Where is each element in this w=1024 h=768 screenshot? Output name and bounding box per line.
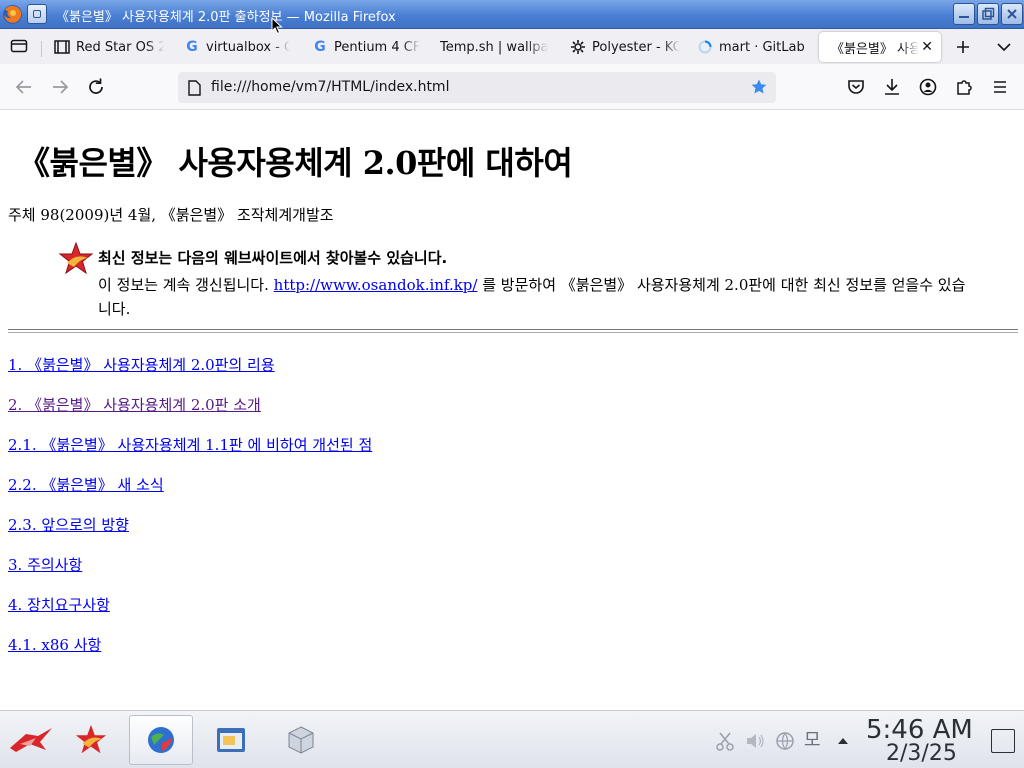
tab-label: Polyester - KC (592, 39, 680, 55)
firefox-view-icon[interactable] (10, 38, 28, 54)
clock-date[interactable]: 2/3/25 (886, 741, 957, 766)
account-icon[interactable] (916, 75, 940, 99)
start-menu-button[interactable] (0, 715, 62, 765)
close-tab-icon[interactable]: ✕ (921, 39, 933, 55)
toc-link-2-1[interactable]: 2.1. 《붉은별》 사용자용체계 1.1판 에 비하여 개선된 점 (8, 434, 372, 455)
close-window-button[interactable] (1001, 3, 1023, 25)
downloads-icon[interactable] (880, 75, 904, 99)
osandok-link[interactable]: http://www.osandok.inf.kp/ (274, 276, 478, 294)
tab-gitlab[interactable]: mart · GitLab (697, 32, 807, 62)
tab-label: Pentium 4 CF (334, 39, 420, 55)
page-content: 《붉은별》 사용자용체계 2.0판에 대하여 주체 98(2009)년 4월, … (0, 110, 1024, 710)
maximize-button[interactable] (977, 3, 999, 25)
window-menu-button[interactable] (27, 4, 47, 24)
minimize-button[interactable] (953, 3, 975, 25)
app-menu-icon[interactable] (988, 75, 1012, 99)
input-method-indicator[interactable]: 모 (804, 730, 826, 752)
tab-virtualbox[interactable]: G virtualbox - G (184, 32, 290, 62)
page-heading: 《붉은별》 사용자용체계 2.0판에 대하여 (18, 144, 573, 182)
extensions-icon[interactable] (952, 75, 976, 99)
tab-red-star-os[interactable]: Red Star OS 2 (54, 32, 164, 62)
toc-link-4[interactable]: 4. 장치요구사항 (8, 594, 110, 615)
tray-expand-icon[interactable] (832, 730, 854, 752)
file-manager-icon (217, 728, 245, 752)
toc-link-4-1[interactable]: 4.1. x86 사항 (8, 634, 101, 655)
red-star-menu-icon (10, 728, 52, 752)
network-icon[interactable] (774, 730, 796, 752)
google-g-icon: G (186, 39, 198, 55)
bookmark-star-icon[interactable] (750, 78, 768, 96)
url-text[interactable]: file:///home/vm7/HTML/index.html (211, 79, 449, 95)
tab-pentium[interactable]: G Pentium 4 CF (312, 32, 420, 62)
pocket-icon[interactable] (844, 75, 868, 99)
firefox-icon (3, 5, 22, 24)
toc-link-2-2[interactable]: 2.2. 《붉은별》 새 소식 (8, 474, 164, 495)
tab-label: Red Star OS 2 (76, 39, 164, 55)
page-byline: 주체 98(2009)년 4월, 《붉은별》 조작체계개발조 (8, 206, 334, 224)
tab-label: 《붉은별》 사용 (831, 41, 919, 57)
mouse-cursor-icon (271, 17, 283, 35)
scissors-icon[interactable] (714, 730, 736, 752)
package-box-icon (288, 726, 314, 754)
page-icon (188, 80, 201, 96)
tab-label: Temp.sh | wallpa (440, 39, 549, 55)
tab-red-star-info[interactable]: 《붉은별》 사용 ✕ (819, 32, 941, 62)
loading-icon (698, 40, 712, 54)
gear-icon (571, 40, 585, 54)
toc-link-2[interactable]: 2. 《붉은별》 사용자용체계 2.0판 소개 (8, 394, 261, 415)
forward-icon[interactable] (48, 75, 72, 99)
red-star-launcher[interactable] (60, 715, 122, 765)
google-g-icon: G (314, 39, 326, 55)
browser-globe-icon (148, 727, 174, 753)
tab-label: mart · GitLab (719, 39, 805, 55)
tab-polyester[interactable]: Polyester - KC (570, 32, 680, 62)
notice-body: 이 정보는 계속 갱신됩니다. http://www.osandok.inf.k… (98, 273, 978, 321)
tab-label: virtualbox - G (206, 39, 290, 55)
tab-temp-sh[interactable]: Temp.sh | wallpa (440, 32, 552, 62)
show-desktop-button[interactable] (991, 729, 1015, 753)
window-titlebar[interactable]: 《붉은별》 사용자용체계 2.0판 출하정보 — Mozilla Firefox (0, 0, 1024, 29)
list-all-tabs-icon[interactable] (996, 40, 1012, 54)
volume-icon[interactable] (744, 730, 766, 752)
taskbar-browser[interactable] (129, 715, 193, 765)
red-star-logo-icon (58, 241, 94, 275)
horizontal-divider (8, 329, 1018, 333)
notice-text: 이 정보는 계속 갱신됩니다. (98, 276, 274, 294)
toc-link-1[interactable]: 1. 《붉은별》 사용자용체계 2.0판의 리용 (8, 354, 275, 375)
red-star-icon (75, 724, 107, 754)
tab-strip: Red Star OS 2 G virtualbox - G G Pentium… (0, 29, 1024, 64)
back-icon[interactable] (12, 75, 36, 99)
url-bar[interactable]: file:///home/vm7/HTML/index.html (178, 72, 776, 103)
taskbar: 모 5:46 AM 2/3/25 (0, 710, 1024, 768)
file-manager-launcher[interactable] (200, 715, 262, 765)
reload-icon[interactable] (84, 75, 108, 99)
film-icon (54, 40, 70, 54)
window-title: 《붉은별》 사용자용체계 2.0판 출하정보 — Mozilla Firefox (56, 10, 396, 25)
navigation-toolbar: file:///home/vm7/HTML/index.html (0, 64, 1024, 110)
package-manager-launcher[interactable] (270, 715, 332, 765)
toc-link-2-3[interactable]: 2.3. 앞으로의 방향 (8, 514, 129, 535)
toc-link-3[interactable]: 3. 주의사항 (8, 554, 82, 575)
new-tab-icon[interactable] (955, 39, 971, 55)
notice-title: 최신 정보는 다음의 웨브싸이트에서 찾아볼수 있습니다. (98, 249, 448, 267)
